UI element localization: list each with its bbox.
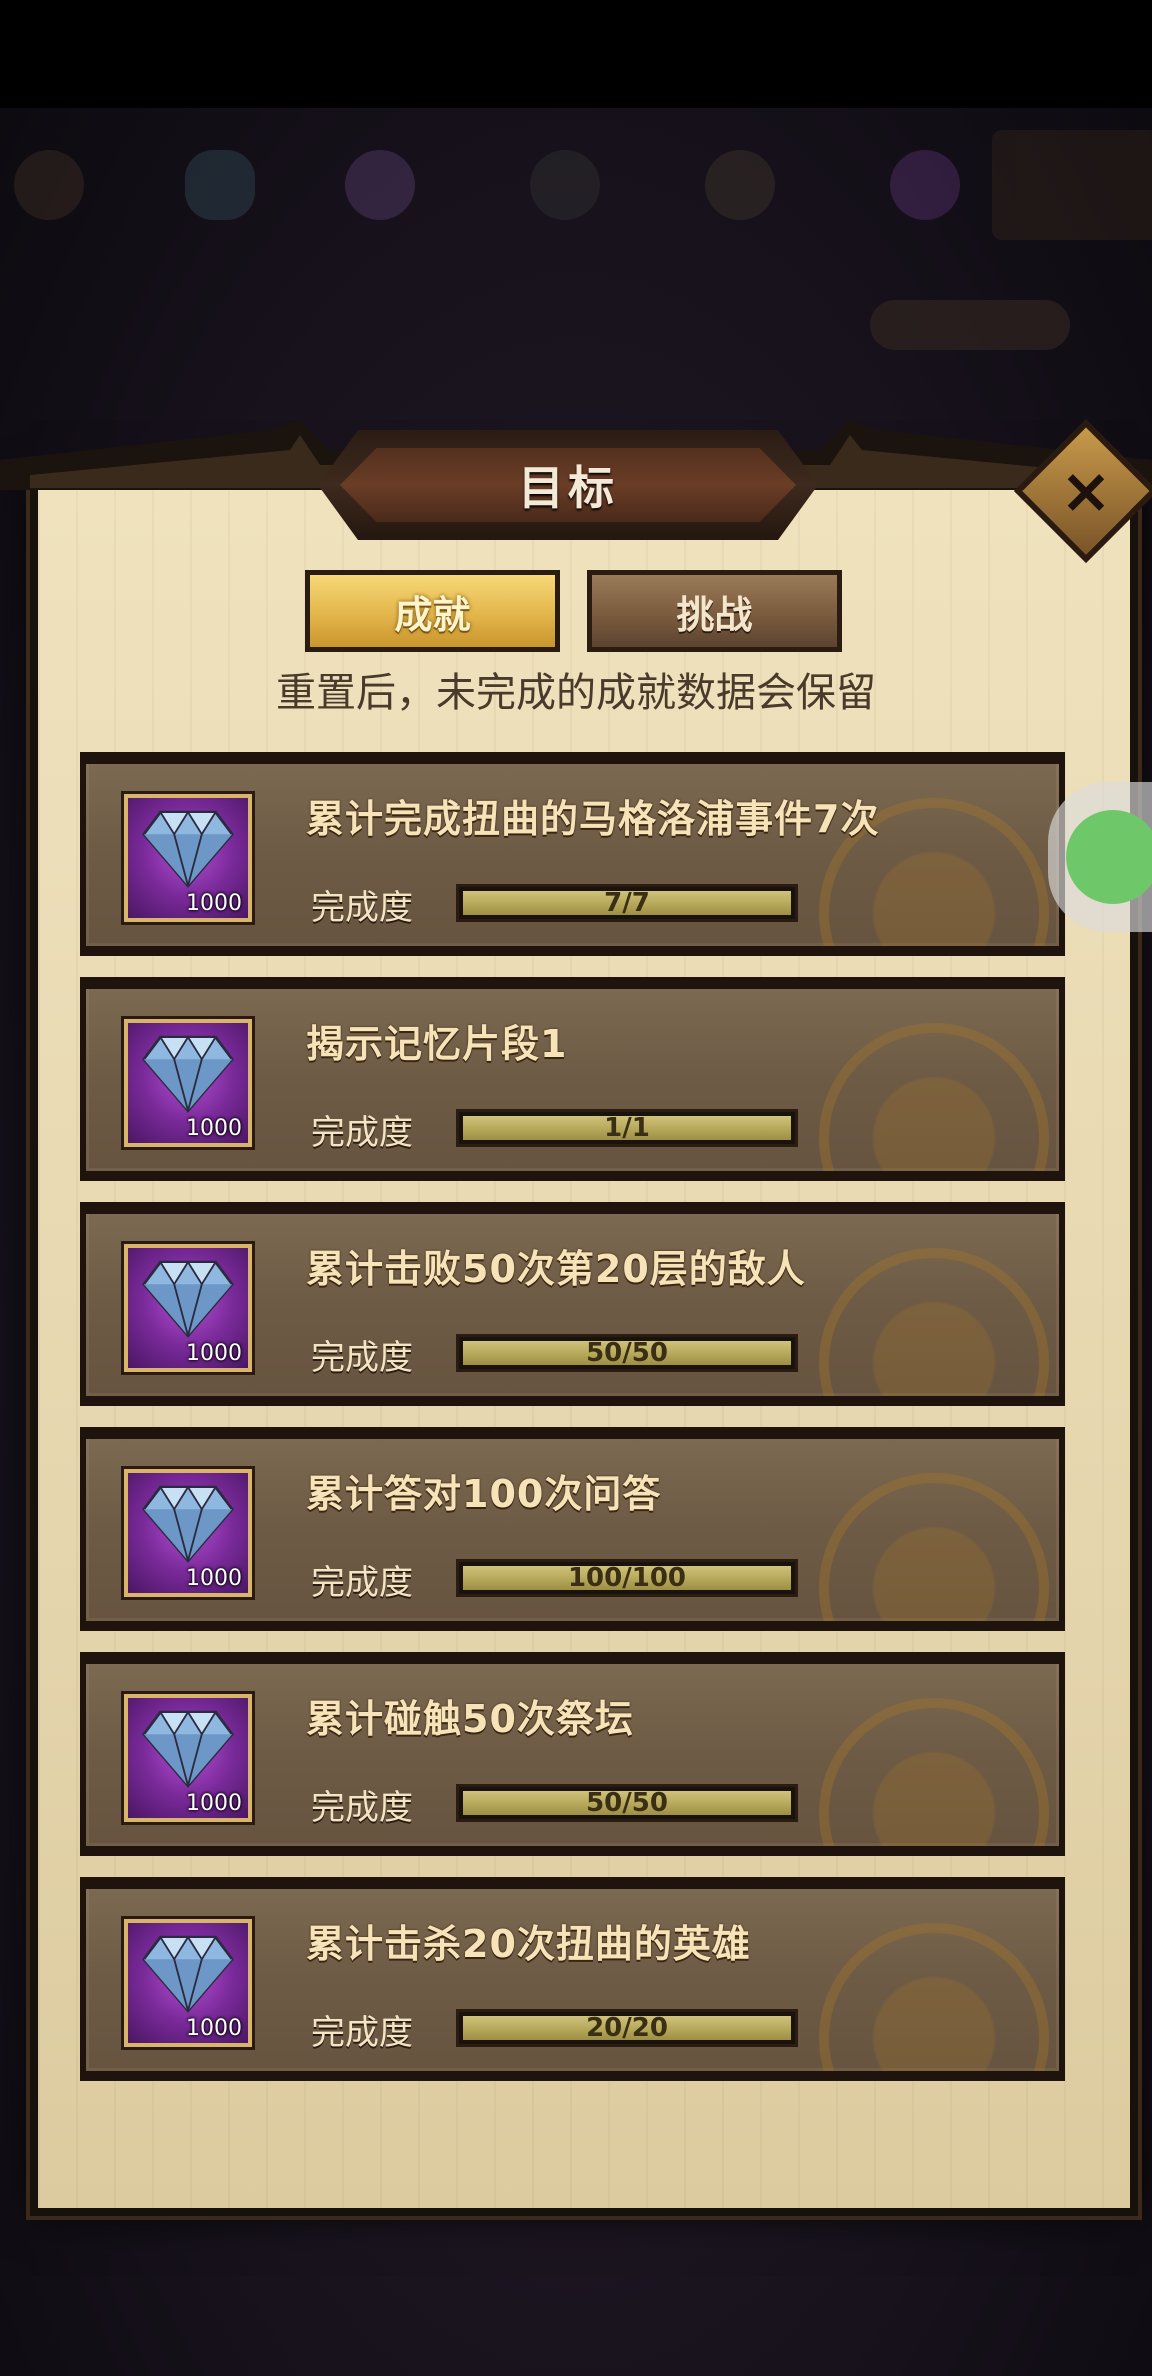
tab-challenges[interactable]: 挑战: [587, 570, 842, 652]
resource-icon: [185, 150, 255, 220]
reward-item[interactable]: 1000: [121, 1466, 255, 1600]
progress-text: 1/1: [604, 1113, 650, 1143]
progress-label: 完成度: [311, 888, 413, 928]
progress-label: 完成度: [311, 1563, 413, 1603]
progress-text: 50/50: [586, 1788, 668, 1818]
achievement-title: 累计碰触50次祭坛: [306, 1697, 634, 1741]
reward-quantity: 1000: [186, 1116, 242, 1141]
reward-quantity: 1000: [186, 1566, 242, 1591]
achievement-title: 累计完成扭曲的马格洛浦事件7次: [306, 797, 880, 841]
background-button: [870, 300, 1070, 350]
diamond-icon: [142, 1260, 234, 1338]
achievement-title: 累计击杀20次扭曲的英雄: [306, 1922, 751, 1966]
progress-bar: 50/50: [456, 1334, 798, 1372]
progress-label: 完成度: [311, 2013, 413, 2053]
progress-bar: 1/1: [456, 1109, 798, 1147]
progress-label: 完成度: [311, 1338, 413, 1378]
reward-quantity: 1000: [186, 1341, 242, 1366]
progress-bar: 7/7: [456, 884, 798, 922]
dialog-title: 目标: [518, 461, 618, 515]
progress-label: 完成度: [311, 1113, 413, 1153]
completed-stamp-icon: [819, 1023, 1049, 1171]
achievement-card: 1000 累计击败50次第20层的敌人 完成度 50/50: [80, 1202, 1065, 1402]
completed-stamp-icon: [819, 1473, 1049, 1621]
diamond-icon: [142, 1035, 234, 1113]
diamond-icon: [142, 810, 234, 888]
completed-stamp-icon: [819, 1923, 1049, 2071]
progress-bar: 20/20: [456, 2009, 798, 2047]
reward-item[interactable]: 1000: [121, 1691, 255, 1825]
reset-notice: 重置后，未完成的成就数据会保留: [276, 670, 876, 716]
achievement-card: 1000 累计完成扭曲的马格洛浦事件7次 完成度 7/7: [80, 752, 1065, 952]
tab-achievements[interactable]: 成就: [305, 570, 560, 652]
achievement-card: 1000 累计击杀20次扭曲的英雄 完成度 20/20: [80, 1877, 1065, 2077]
reward-quantity: 1000: [186, 1791, 242, 1816]
achievement-card: 1000 累计答对100次问答 完成度 100/100: [80, 1427, 1065, 1627]
reward-item[interactable]: 1000: [121, 1016, 255, 1150]
reward-quantity: 1000: [186, 891, 242, 916]
diamond-icon: [142, 1935, 234, 2013]
reward-item[interactable]: 1000: [121, 1916, 255, 2050]
tab-label: 挑战: [676, 592, 753, 637]
achievement-card: 1000 揭示记忆片段1 完成度 1/1: [80, 977, 1065, 1177]
top-resource-bar: [0, 110, 1152, 250]
close-x-icon: ×: [1060, 453, 1112, 527]
progress-bar: 100/100: [456, 1559, 798, 1597]
progress-text: 100/100: [567, 1563, 687, 1593]
tab-label: 成就: [394, 592, 471, 637]
achievement-card: 1000 累计碰触50次祭坛 完成度 50/50: [80, 1652, 1065, 1852]
avatar-icon: [14, 150, 84, 220]
progress-label: 完成度: [311, 1788, 413, 1828]
top-menu-button: [992, 130, 1152, 240]
achievement-title: 揭示记忆片段1: [306, 1022, 568, 1066]
progress-text: 50/50: [586, 1338, 668, 1368]
resource-icon: [890, 150, 960, 220]
progress-bar: 50/50: [456, 1784, 798, 1822]
diamond-icon: [142, 1710, 234, 1788]
completed-stamp-icon: [819, 1698, 1049, 1846]
reward-item[interactable]: 1000: [121, 1241, 255, 1375]
completed-stamp-icon: [819, 1248, 1049, 1396]
title-plate-inner: 目标: [340, 448, 796, 522]
wechat-floating-button[interactable]: [1048, 782, 1152, 932]
resource-icon: [705, 150, 775, 220]
achievement-title: 累计击败50次第20层的敌人: [306, 1247, 806, 1291]
reward-item[interactable]: 1000: [121, 791, 255, 925]
achievement-title: 累计答对100次问答: [306, 1472, 662, 1516]
progress-text: 20/20: [586, 2013, 668, 2043]
resource-icon: [345, 150, 415, 220]
reward-quantity: 1000: [186, 2016, 242, 2041]
resource-icon: [530, 150, 600, 220]
diamond-icon: [142, 1485, 234, 1563]
wechat-icon: [1066, 810, 1152, 904]
progress-text: 7/7: [604, 888, 650, 918]
